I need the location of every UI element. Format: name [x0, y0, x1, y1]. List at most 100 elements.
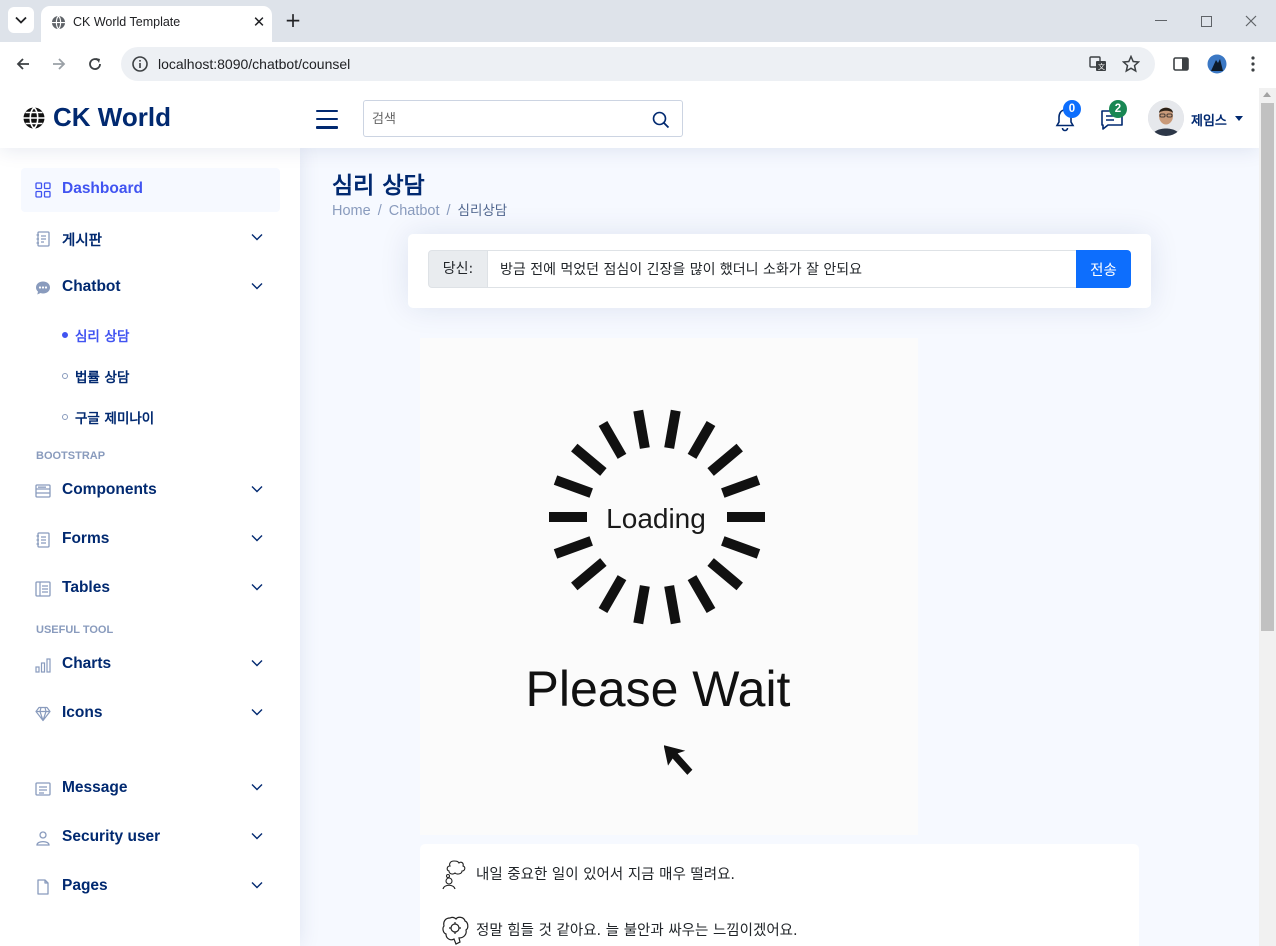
avatar[interactable] [1148, 100, 1184, 136]
chevron-down-icon [251, 784, 263, 791]
minimize-button[interactable] [1150, 10, 1172, 32]
star-icon[interactable] [1122, 55, 1140, 73]
sidebar-item-label: Dashboard [62, 180, 143, 197]
close-icon [1245, 15, 1257, 27]
chevron-down-icon [15, 16, 27, 24]
loading-image: Loading Please Wait [420, 338, 918, 835]
message-input[interactable] [487, 250, 1077, 288]
response-card: 내일 중요한 일이 있어서 지금 매우 떨려요. 정말 힘들 것 같아요. 늘 … [420, 844, 1139, 946]
card-list-icon [35, 782, 51, 796]
page-title: 심리 상담 [332, 173, 425, 199]
reload-button[interactable] [81, 50, 109, 78]
search-form [363, 100, 683, 137]
svg-text:文: 文 [1098, 62, 1105, 71]
profile-name[interactable]: 제임스 [1191, 110, 1227, 129]
browser-profile-button[interactable] [1206, 53, 1228, 75]
side-panel-icon [1173, 57, 1189, 71]
breadcrumb-chatbot[interactable]: Chatbot [389, 203, 440, 219]
new-tab-button[interactable]: + [282, 10, 304, 32]
sidebar-item-security-user[interactable]: Security user [21, 816, 280, 860]
spinner-dash [707, 443, 743, 476]
close-window-button[interactable] [1240, 10, 1262, 32]
bullet-icon [62, 332, 68, 338]
page-scrollbar[interactable] [1259, 88, 1276, 946]
caret-down-icon[interactable] [1235, 116, 1243, 121]
browser-tab[interactable]: CK World Template ✕ [41, 6, 272, 42]
sidebar-item-dashboard[interactable]: Dashboard [21, 168, 280, 212]
user-thought-icon [442, 860, 466, 890]
minimize-icon [1155, 20, 1167, 21]
browser-toolbar: localhost:8090/chatbot/counsel 文 [0, 42, 1276, 87]
spinner-dash [721, 475, 761, 498]
back-button[interactable] [9, 50, 37, 78]
sidebar-item-chatbot[interactable]: Chatbot [21, 266, 280, 310]
globe-logo-icon[interactable] [22, 106, 46, 130]
spinner-dash [571, 558, 607, 591]
tab-search-button[interactable] [8, 7, 34, 33]
sidebar-item-pages[interactable]: Pages [21, 865, 280, 909]
sidebar-item-board[interactable]: 게시판 [21, 217, 280, 261]
forward-button[interactable] [45, 50, 73, 78]
address-bar[interactable]: localhost:8090/chatbot/counsel 文 [121, 47, 1155, 81]
chat-input-card: 당신: 전송 [408, 234, 1151, 308]
spinner-dash [687, 575, 716, 614]
chevron-down-icon [251, 486, 263, 493]
person-icon [36, 831, 50, 846]
sidebar-item-forms[interactable]: Forms [21, 518, 280, 562]
translate-icon[interactable]: 文 [1089, 55, 1107, 73]
sidebar-subitem-label: 구글 제미나이 [75, 411, 155, 427]
journal-icon [36, 231, 50, 247]
section-heading-bootstrap: BOOTSTRAP [36, 450, 106, 462]
sidebar-toggle-button[interactable] [316, 110, 338, 129]
file-icon [37, 879, 49, 895]
chevron-down-icon [251, 584, 263, 591]
sidebar-item-message[interactable]: Message [21, 767, 280, 811]
side-panel-button[interactable] [1170, 53, 1192, 75]
scroll-up-arrow-icon[interactable] [1263, 92, 1271, 97]
maximize-button[interactable] [1195, 10, 1217, 32]
spinner-dash [553, 536, 593, 559]
layout-text-icon [35, 581, 51, 597]
sidebar-item-label: Icons [62, 704, 103, 721]
avatar-image [1148, 100, 1184, 136]
spinner-dash [664, 585, 681, 625]
scrollbar-thumb[interactable] [1261, 103, 1274, 631]
sidebar-item-icons[interactable]: Icons [21, 692, 280, 736]
sidebar-item-components[interactable]: Components [21, 469, 280, 513]
tab-title: CK World Template [73, 15, 181, 29]
spinner-dash [687, 420, 716, 459]
url-text[interactable]: localhost:8090/chatbot/counsel [158, 56, 350, 72]
breadcrumb: Home / Chatbot / 심리상담 [332, 203, 508, 219]
logo-text[interactable]: CK World [53, 102, 171, 133]
search-input[interactable] [372, 109, 632, 129]
input-label: 당신: [428, 250, 488, 288]
browser-menu-button[interactable] [1242, 53, 1264, 75]
site-header: CK World 0 2 제임스 [0, 88, 1259, 148]
sidebar-item-label: Message [62, 779, 128, 796]
spinner-dash [571, 443, 607, 476]
sidebar-item-tables[interactable]: Tables [21, 567, 280, 611]
sidebar: Dashboard 게시판 Chatbot 심리 상담 법률 상담 구글 제미나… [0, 148, 300, 946]
spinner-dash [664, 409, 681, 449]
arrow-left-icon [16, 58, 29, 70]
sidebar-item-label: Tables [62, 579, 110, 596]
bullet-icon [62, 373, 68, 379]
send-button[interactable]: 전송 [1076, 250, 1131, 288]
spinner-dash [598, 420, 627, 459]
globe-icon [51, 15, 66, 30]
sidebar-item-label: Components [62, 481, 157, 498]
tab-close-icon[interactable]: ✕ [250, 13, 268, 31]
response-text: 정말 힘들 것 같아요. 늘 불안과 싸우는 느낌이겠어요. [476, 923, 798, 939]
sidebar-item-charts[interactable]: Charts [21, 643, 280, 687]
bullet-icon [62, 414, 68, 420]
breadcrumb-current: 심리상담 [457, 203, 508, 219]
info-icon[interactable] [131, 55, 149, 73]
profile-avatar-icon [1207, 54, 1227, 74]
search-icon[interactable] [652, 111, 670, 129]
notifications-badge: 0 [1063, 100, 1081, 118]
spinner-dash [707, 558, 743, 591]
breadcrumb-home[interactable]: Home [332, 203, 371, 219]
chevron-down-icon [251, 283, 263, 290]
loading-text: Loading [606, 503, 706, 534]
browser-chrome: CK World Template ✕ + localhost:8090/cha… [0, 0, 1276, 87]
